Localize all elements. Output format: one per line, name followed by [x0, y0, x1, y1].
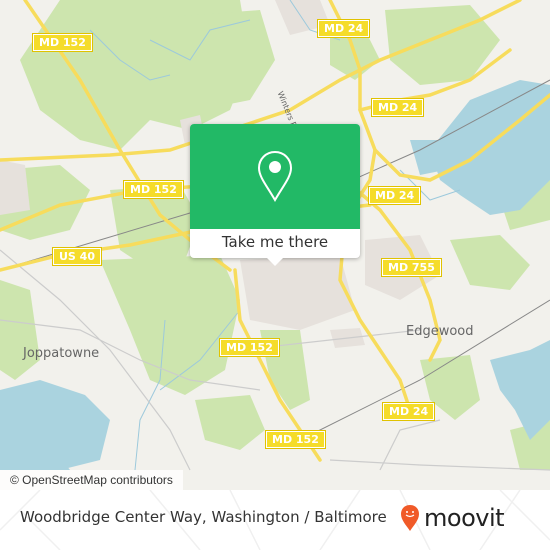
road-shield-md755: MD 755 [381, 258, 442, 277]
road-shield-us40: US 40 [52, 247, 102, 266]
road-shield-md152: MD 152 [219, 338, 280, 357]
road-shield-md24: MD 24 [316, 19, 371, 38]
place-label-edgewood: Edgewood [406, 324, 474, 339]
place-label-joppatowne: Joppatowne [23, 346, 100, 361]
location-title: Woodbridge Center Way, Washington / Balt… [20, 508, 387, 526]
take-me-there-button[interactable]: Take me there [190, 229, 360, 258]
road-shield-md24: MD 24 [381, 402, 436, 421]
moovit-pin-icon [401, 505, 419, 531]
map-attribution[interactable]: © OpenStreetMap contributors [0, 470, 183, 490]
map[interactable]: MD 152 MD 24 MD 24 MD 152 MD 24 US 40 MD… [0, 0, 550, 490]
road-shield-md24: MD 24 [367, 186, 422, 205]
moovit-logo[interactable]: moovit [400, 504, 505, 532]
popup-tail [267, 258, 283, 266]
footer: Woodbridge Center Way, Washington / Balt… [0, 490, 550, 550]
road-shield-md24: MD 24 [370, 98, 425, 117]
road-shield-md152: MD 152 [265, 430, 326, 449]
road-shield-md152: MD 152 [123, 180, 184, 199]
road-shield-md152: MD 152 [32, 33, 93, 52]
moovit-wordmark: moovit [424, 504, 505, 532]
popup-header [190, 124, 360, 229]
location-pin-icon [257, 150, 293, 202]
location-popup: Take me there [190, 124, 360, 266]
